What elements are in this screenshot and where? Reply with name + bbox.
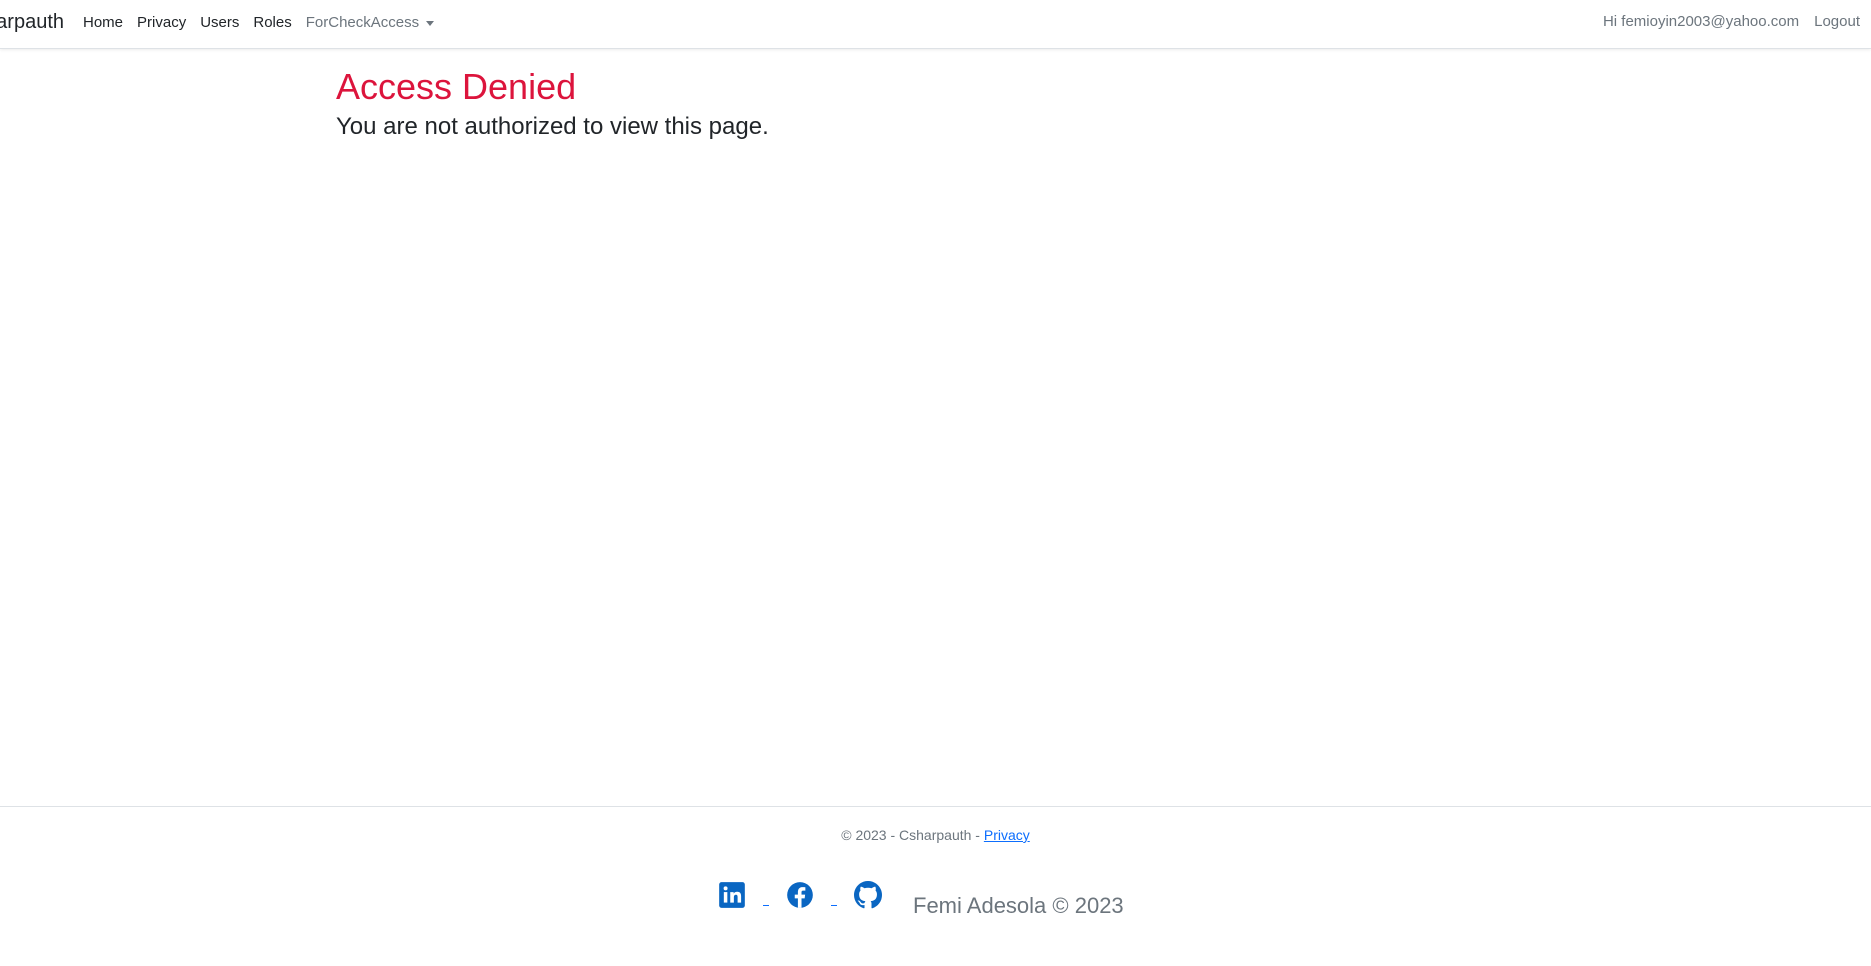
footer-copyright: © 2023 - Csharpauth - Privacy — [0, 827, 1871, 843]
footer: © 2023 - Csharpauth - Privacy Femi Adeso… — [0, 806, 1871, 966]
linkedin-icon — [719, 882, 745, 908]
footer-signature: Femi Adesola © 2023 — [913, 893, 1124, 918]
link-underline — [763, 905, 769, 906]
nav-links: Home Privacy Users Roles ForCheckAccess — [83, 14, 435, 31]
github-icon — [854, 881, 882, 909]
dropdown-label: ForCheckAccess — [305, 14, 420, 31]
page-title: Access Denied — [336, 66, 577, 107]
facebook-icon — [787, 882, 813, 908]
main-content: Access Denied You are not authorized to … — [336, 65, 769, 143]
copyright-text: © 2023 - Csharpauth - — [841, 827, 984, 843]
nav-privacy[interactable]: Privacy — [137, 14, 186, 31]
linkedin-link[interactable] — [718, 881, 786, 909]
nav-users[interactable]: Users — [200, 14, 239, 31]
brand-link[interactable]: Csharpauth — [0, 11, 64, 34]
logout-button[interactable]: Logout — [1814, 13, 1860, 30]
nav-home[interactable]: Home — [83, 14, 123, 31]
social-links — [718, 881, 882, 909]
user-greeting[interactable]: Hi femioyin2003@yahoo.com — [1603, 13, 1799, 30]
nav-roles[interactable]: Roles — [253, 14, 291, 31]
footer-privacy-link[interactable]: Privacy — [984, 827, 1030, 843]
link-underline — [831, 905, 837, 906]
forcheckaccess-dropdown[interactable]: ForCheckAccess — [305, 14, 435, 31]
user-area: Hi femioyin2003@yahoo.com Logout — [1603, 13, 1860, 30]
caret-down-icon — [426, 20, 435, 26]
facebook-link[interactable] — [786, 881, 854, 909]
access-message: You are not authorized to view this page… — [336, 113, 769, 140]
navbar: Csharpauth Home Privacy Users Roles ForC… — [0, 0, 1871, 49]
github-link[interactable] — [854, 881, 882, 909]
